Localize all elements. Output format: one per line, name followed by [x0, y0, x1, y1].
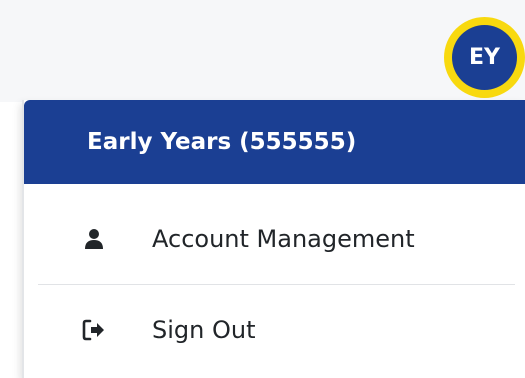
sign-out-icon	[82, 318, 106, 342]
account-management-link[interactable]: Account Management	[24, 194, 525, 284]
sign-out-label: Sign Out	[152, 316, 256, 344]
user-icon	[82, 227, 106, 251]
avatar-initials: EY	[452, 25, 517, 90]
organisation-header: Early Years (555555)	[24, 100, 525, 184]
account-management-label: Account Management	[152, 225, 415, 253]
user-dropdown-menu: Early Years (555555) Account Management …	[22, 100, 525, 378]
sign-out-link[interactable]: Sign Out	[24, 285, 525, 375]
user-avatar-button[interactable]: EY	[444, 17, 525, 98]
